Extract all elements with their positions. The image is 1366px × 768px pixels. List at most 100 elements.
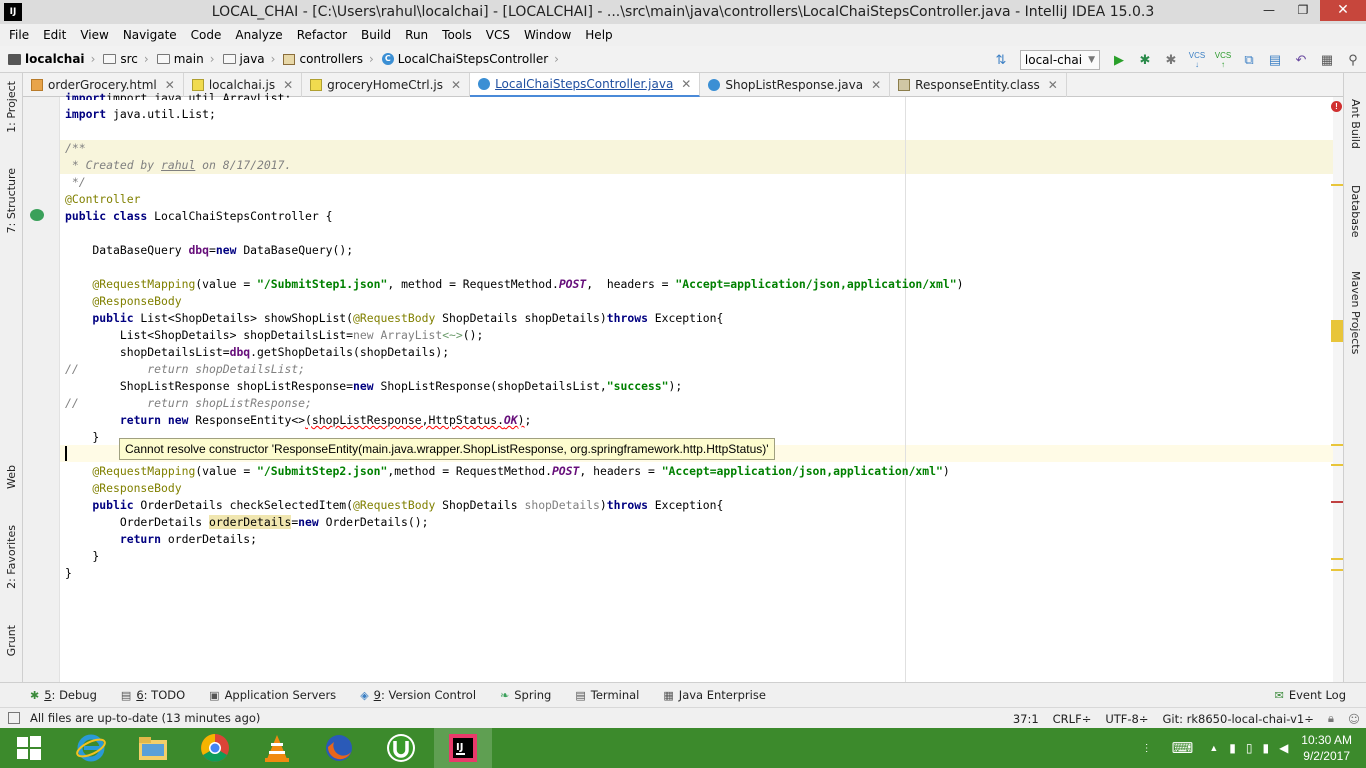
breadcrumb-project[interactable]: localchai › [0, 52, 95, 66]
folder-icon [222, 54, 236, 64]
warning-marker[interactable] [1331, 444, 1343, 446]
close-tab-icon[interactable]: ✕ [1048, 78, 1058, 92]
tray-expand-icon[interactable]: ▲ [1209, 743, 1218, 753]
warning-marker[interactable] [1331, 184, 1343, 186]
history-icon[interactable]: ▤ [1264, 49, 1286, 71]
system-tray: ⋮ ⌨ ▲ ▮ ▯ ▮ ◀ 10:30 AM 9/2/2017 [1132, 728, 1366, 768]
tool-windows-toggle-icon[interactable] [8, 712, 20, 724]
restore-button[interactable]: ❐ [1286, 0, 1320, 21]
git-branch[interactable]: Git: rk8650-local-chai-v1÷ [1163, 712, 1314, 726]
close-tab-icon[interactable]: ✕ [681, 77, 691, 91]
spring-bean-icon[interactable] [30, 209, 44, 221]
tool-tab-ant-build[interactable]: Ant Build [1349, 99, 1362, 149]
search-icon[interactable]: ⚲ [1342, 49, 1364, 71]
network-icon[interactable]: ▮ [1262, 741, 1269, 755]
menu-view[interactable]: View [73, 28, 115, 42]
tray-app-icon[interactable]: ▮ [1229, 741, 1236, 755]
taskbar-file-explorer[interactable] [124, 728, 182, 768]
menu-help[interactable]: Help [578, 28, 619, 42]
taskbar-firefox[interactable] [310, 728, 368, 768]
tool-tab-grunt[interactable]: Grunt [5, 625, 18, 656]
code-content[interactable]: importimport java.util.ArrayList; import… [65, 91, 963, 580]
menu-analyze[interactable]: Analyze [228, 28, 289, 42]
error-status-icon[interactable]: ! [1331, 101, 1342, 112]
warning-marker[interactable] [1331, 558, 1343, 560]
tab-groceryhomectrl-js[interactable]: groceryHomeCtrl.js ✕ [302, 73, 471, 97]
breadcrumb-src[interactable]: src › [95, 52, 149, 66]
tool-tab-version-control[interactable]: ◈ 9: Version Control [360, 688, 476, 702]
menu-tools[interactable]: Tools [435, 28, 479, 42]
tool-tab-project[interactable]: 1: Project [5, 81, 18, 133]
close-button[interactable]: ✕ [1320, 0, 1366, 21]
coverage-icon[interactable]: ✱ [1160, 49, 1182, 71]
breadcrumb-controllers[interactable]: controllers › [275, 52, 374, 66]
menu-code[interactable]: Code [184, 28, 229, 42]
taskbar-internet-explorer[interactable] [62, 728, 120, 768]
close-tab-icon[interactable]: ✕ [451, 78, 461, 92]
taskbar-chrome[interactable] [186, 728, 244, 768]
menu-build[interactable]: Build [354, 28, 398, 42]
intellij-logo-icon: IJ [4, 3, 22, 21]
revert-icon[interactable]: ↶ [1290, 49, 1312, 71]
volume-icon[interactable]: ◀ [1279, 741, 1288, 755]
code-line: ShopListResponse shopListResponse=new Sh… [65, 379, 683, 393]
tool-tab-debug[interactable]: ✱ 5: Debug [30, 688, 97, 702]
inspector-icon[interactable]: ☺ [1348, 712, 1360, 726]
line-separator[interactable]: CRLF÷ [1053, 712, 1092, 726]
tool-tab-favorites[interactable]: 2: Favorites [5, 525, 18, 589]
menu-window[interactable]: Window [517, 28, 578, 42]
compare-icon[interactable]: ⧉ [1238, 49, 1260, 71]
tool-tab-todo[interactable]: ▤ 6: TODO [121, 688, 185, 702]
tool-tab-database[interactable]: Database [1349, 185, 1362, 238]
taskbar-vlc[interactable] [248, 728, 306, 768]
navigation-bar: localchai › src › main › java › controllers ›… [0, 46, 1366, 73]
keyboard-icon[interactable]: ⌨ [1172, 739, 1194, 757]
tab-shoplistresponse-java[interactable]: ShopListResponse.java ✕ [700, 73, 891, 97]
tool-tab-web[interactable]: Web [5, 465, 18, 489]
tool-tab-terminal[interactable]: ▤ Terminal [575, 688, 639, 702]
start-button[interactable] [0, 728, 58, 768]
run-icon[interactable]: ▶ [1108, 49, 1130, 71]
menu-refactor[interactable]: Refactor [290, 28, 354, 42]
build-icon[interactable]: ⇅ [990, 49, 1012, 71]
lock-icon[interactable]: 🔒︎ [1328, 711, 1334, 726]
tool-tab-java-enterprise[interactable]: ▦ Java Enterprise [663, 688, 766, 702]
minimize-button[interactable]: — [1252, 0, 1286, 21]
settings-icon[interactable]: ▦ [1316, 49, 1338, 71]
system-clock[interactable]: 10:30 AM 9/2/2017 [1301, 732, 1352, 764]
file-encoding[interactable]: UTF-8÷ [1105, 712, 1148, 726]
menu-edit[interactable]: Edit [36, 28, 73, 42]
tool-tab-application-servers[interactable]: ▣ Application Servers [209, 688, 336, 702]
menu-run[interactable]: Run [398, 28, 435, 42]
run-configuration-dropdown[interactable]: local-chai ▼ [1019, 49, 1100, 70]
vcs-commit-icon[interactable]: VCS ↑ [1212, 49, 1234, 71]
code-line-error: return new ResponseEntity<>(shopListResp… [65, 413, 532, 427]
warning-marker[interactable] [1331, 464, 1343, 466]
battery-icon[interactable]: ▯ [1246, 741, 1253, 755]
svg-text:IJ: IJ [456, 742, 463, 753]
menu-file[interactable]: File [2, 28, 36, 42]
tool-tab-maven-projects[interactable]: Maven Projects [1349, 271, 1362, 354]
tab-responseentity-class[interactable]: ResponseEntity.class ✕ [890, 73, 1067, 97]
taskbar-intellij[interactable]: IJ [434, 728, 492, 768]
warning-marker[interactable] [1331, 569, 1343, 571]
vcs-update-icon[interactable]: VCS ↓ [1186, 49, 1208, 71]
debug-icon[interactable]: ✱ [1134, 49, 1156, 71]
close-tab-icon[interactable]: ✕ [871, 78, 881, 92]
tab-localchaistepscontroller-java[interactable]: LocalChaiStepsController.java ✕ [470, 73, 701, 97]
debug-icon: ✱ [30, 688, 40, 702]
menu-navigate[interactable]: Navigate [116, 28, 184, 42]
internet-explorer-icon [76, 734, 106, 762]
taskbar-utorrent[interactable] [372, 728, 430, 768]
caret-position[interactable]: 37:1 [1013, 712, 1039, 726]
caret-region-marker[interactable] [1331, 320, 1343, 342]
breadcrumb-class[interactable]: C LocalChaiStepsController › [374, 52, 559, 66]
project-icon [8, 53, 21, 65]
breadcrumb-java[interactable]: java › [215, 52, 275, 66]
tool-tab-structure[interactable]: 7: Structure [5, 168, 18, 233]
breadcrumb-main[interactable]: main › [149, 52, 215, 66]
menu-vcs[interactable]: VCS [479, 28, 517, 42]
tool-tab-event-log[interactable]: ✉ Event Log [1275, 688, 1346, 702]
error-marker[interactable] [1331, 501, 1343, 503]
tool-tab-spring[interactable]: ❧ Spring [500, 688, 551, 702]
